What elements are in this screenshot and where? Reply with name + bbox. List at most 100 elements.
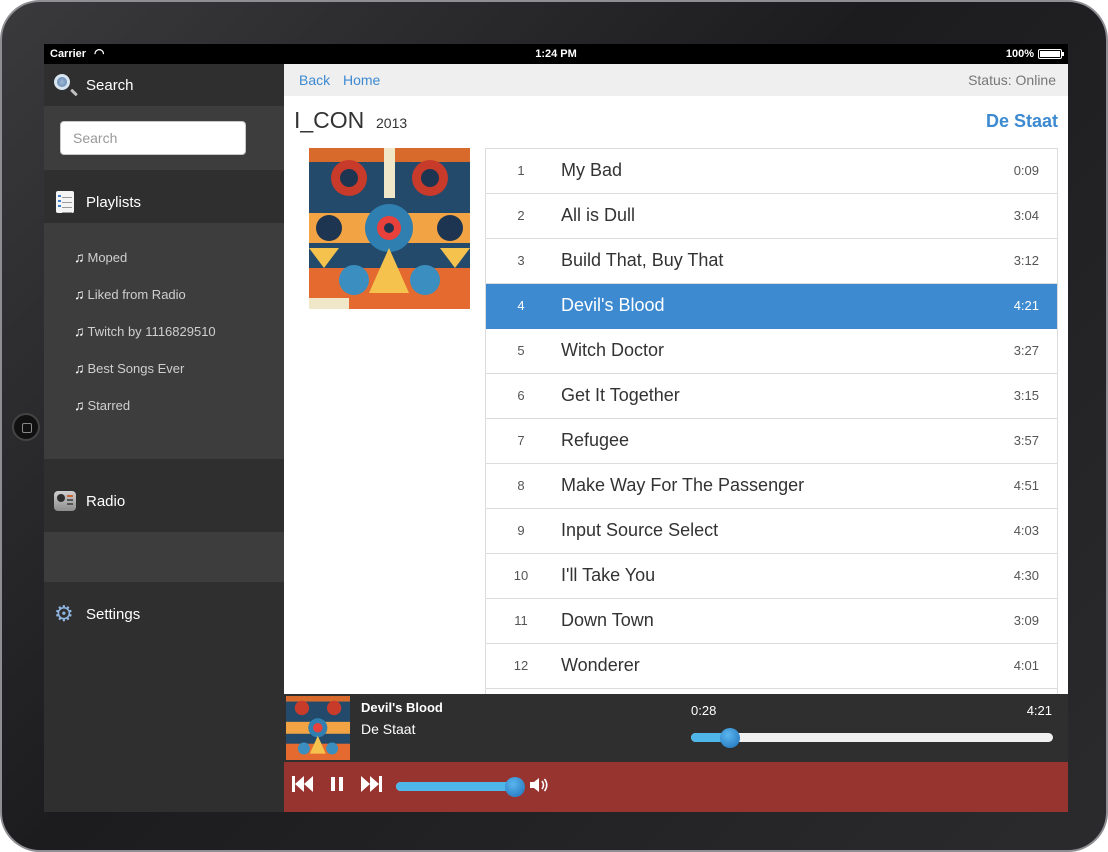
sidebar-item-label: Radio — [86, 492, 126, 510]
playlist-label: Liked from Radio — [87, 286, 186, 302]
sidebar-item-settings[interactable]: ⚙ Settings — [44, 593, 284, 635]
track-number: 4 — [517, 298, 525, 313]
volume-slider-fill — [396, 782, 515, 791]
volume-slider-thumb[interactable] — [504, 777, 525, 797]
sidebar-item-label: Playlists — [86, 193, 142, 211]
track-title: My Bad — [561, 160, 623, 180]
music-note-icon: ♫ — [74, 360, 85, 376]
skip-forward-icon[interactable] — [360, 775, 382, 798]
track-number: 11 — [514, 613, 528, 628]
track-row[interactable]: 5 Witch Doctor 3:27 — [486, 329, 1057, 374]
track-duration: 3:04 — [1013, 208, 1039, 223]
connection-status: Status: Online — [968, 72, 1056, 88]
back-link[interactable]: Back — [299, 72, 330, 88]
track-title: Make Way For The Passenger — [561, 475, 805, 495]
track-duration: 3:12 — [1013, 253, 1039, 268]
playlist-label: Twitch by 1116829510 — [87, 323, 216, 339]
battery-percent: 100% — [1005, 48, 1034, 60]
nav-bar: Back Home Status: Online — [284, 64, 1068, 96]
playlist-item[interactable]: ♫ Starred — [74, 397, 130, 413]
track-duration: 4:21 — [1013, 298, 1039, 313]
now-playing-title: Devil's Blood — [361, 700, 443, 715]
track-number: 7 — [517, 433, 525, 448]
status-bar: Carrier ◠ 1:24 PM 100% — [44, 44, 1068, 64]
track-title: I'll Take You — [561, 565, 656, 585]
home-link[interactable]: Home — [343, 72, 380, 88]
track-number: 6 — [517, 388, 525, 403]
track-duration: 4:03 — [1013, 523, 1039, 538]
playlist-item[interactable]: ♫ Liked from Radio — [74, 286, 186, 302]
track-row[interactable]: 2 All is Dull 3:04 — [486, 194, 1057, 239]
pause-icon[interactable] — [330, 775, 344, 798]
track-row[interactable]: 9 Input Source Select 4:03 — [486, 509, 1057, 554]
track-duration: 4:01 — [1013, 658, 1039, 673]
now-playing-cover — [286, 696, 350, 760]
seek-slider-thumb[interactable] — [719, 728, 740, 748]
track-number: 8 — [517, 478, 525, 493]
now-playing-bar: Devil's Blood De Staat 0:28 4:21 — [284, 694, 1068, 762]
playlist-item[interactable]: ♫ Twitch by 1116829510 — [74, 323, 216, 339]
battery-icon — [1038, 49, 1064, 59]
seek-slider[interactable] — [691, 728, 1053, 748]
music-note-icon: ♫ — [74, 323, 85, 339]
track-row[interactable]: 11 Down Town 3:09 — [486, 599, 1057, 644]
playlist-item[interactable]: ♫ Moped — [74, 249, 127, 265]
volume-slider[interactable] — [396, 777, 525, 797]
radio-icon — [54, 490, 76, 512]
playlist-label: Best Songs Ever — [87, 360, 185, 376]
track-row[interactable]: 7 Refugee 3:57 — [486, 419, 1057, 464]
sidebar-item-playlists[interactable]: Playlists — [44, 181, 284, 223]
track-duration: 3:09 — [1013, 613, 1039, 628]
album-year: 2013 — [376, 115, 408, 131]
track-row[interactable]: 10 I'll Take You 4:30 — [486, 554, 1057, 599]
track-row[interactable]: 8 Make Way For The Passenger 4:51 — [486, 464, 1057, 509]
skip-back-icon[interactable] — [292, 775, 314, 798]
track-title: Get It Together — [561, 385, 680, 405]
track-title: Down Town — [561, 610, 654, 630]
track-duration: 4:51 — [1013, 478, 1039, 493]
sidebar-item-label: Search — [86, 76, 134, 94]
search-input[interactable] — [60, 121, 246, 155]
sidebar-item-search[interactable]: Search — [44, 64, 284, 106]
sidebar-item-radio[interactable]: Radio — [44, 480, 284, 522]
track-row[interactable]: 1 My Bad 0:09 — [486, 149, 1057, 194]
radio-panel — [44, 532, 284, 582]
search-icon — [54, 74, 76, 96]
track-duration: 3:27 — [1013, 343, 1039, 358]
track-title: Wonderer — [561, 655, 640, 675]
playlist-item[interactable]: ♫ Best Songs Ever — [74, 360, 184, 376]
album-art-icon — [309, 148, 470, 309]
speaker-icon[interactable] — [529, 776, 549, 799]
track-title: Witch Doctor — [561, 340, 665, 360]
track-row[interactable]: 12 Wonderer 4:01 — [486, 644, 1057, 689]
album-cover — [309, 148, 470, 309]
track-list: 1 My Bad 0:09 2 All is Dull 3:04 3 Build That, … — [485, 148, 1058, 694]
track-duration: 3:57 — [1013, 433, 1039, 448]
gear-icon: ⚙ — [54, 601, 74, 626]
playback-controls — [284, 762, 1068, 812]
track-row[interactable]: 3 Build That, Buy That 3:12 — [486, 239, 1057, 284]
sidebar-item-label: Settings — [86, 605, 141, 623]
playlist-list: ♫ Moped ♫ Liked from Radio ♫ Twitch by 1… — [44, 223, 284, 459]
track-duration: 4:30 — [1013, 568, 1039, 583]
album-view: Back Home Status: Online I_CON 2013 De S… — [284, 64, 1068, 694]
track-number: 5 — [517, 343, 525, 358]
album-title: I_CON — [294, 107, 365, 133]
track-number: 10 — [513, 568, 529, 583]
track-number: 9 — [517, 523, 525, 538]
track-title: Input Source Select — [561, 520, 719, 540]
playlist-label: Starred — [87, 397, 131, 413]
sidebar: Search Playlists ♫ Moped ♫ Liked from Ra… — [44, 64, 284, 812]
track-title: Build That, Buy That — [561, 250, 724, 270]
track-number: 1 — [517, 163, 525, 178]
track-number: 3 — [517, 253, 525, 268]
track-row[interactable]: 4 Devil's Blood 4:21 — [486, 284, 1057, 329]
track-number: 12 — [513, 658, 529, 673]
track-row[interactable]: 6 Get It Together 3:15 — [486, 374, 1057, 419]
home-button[interactable] — [12, 413, 40, 441]
playlist-label: Moped — [87, 249, 128, 265]
track-title: Refugee — [561, 430, 630, 450]
total-time: 4:21 — [1026, 703, 1052, 718]
album-artist-link[interactable]: De Staat — [986, 111, 1058, 132]
list-icon — [54, 191, 76, 213]
